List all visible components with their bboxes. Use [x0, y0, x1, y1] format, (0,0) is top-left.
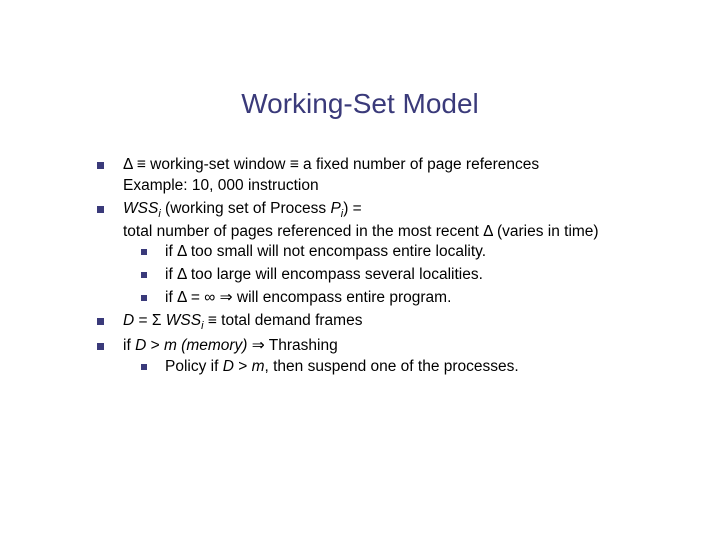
process-p: P	[330, 200, 340, 217]
bullet-2-sublist: if Δ too small will not encompass entire…	[139, 242, 680, 309]
bullet-2-line-1: WSSi (working set of Process Pi) =	[123, 200, 362, 217]
bullet-3: D = Σ WSSi ≡ total demand frames	[95, 311, 680, 334]
wss-symbol-2: WSS	[166, 312, 201, 329]
policy-pre: Policy if	[165, 358, 223, 375]
policy-m: m	[252, 358, 265, 375]
bullet-4-sublist: Policy if D > m, then suspend one of the…	[139, 357, 680, 378]
bullet-2-line-2: total number of pages referenced in the …	[123, 223, 599, 240]
slide-body: Δ ≡ working-set window ≡ a fixed number …	[95, 155, 680, 380]
bullet-4-line: if D > m (memory) ⇒ Thrashing	[123, 337, 338, 354]
policy-tail: , then suspend one of the processes.	[265, 358, 519, 375]
d-symbol: D	[123, 312, 134, 329]
bullet-4-sub-1: Policy if D > m, then suspend one of the…	[139, 357, 680, 378]
bullet-2-mid-2: ) =	[343, 200, 362, 217]
bullet-3-eq: = Σ	[134, 312, 166, 329]
bullet-1-line-1: Δ ≡ working-set window ≡ a fixed number …	[123, 156, 539, 173]
bullet-4-pre: if	[123, 337, 135, 354]
bullet-2-sub-2: if Δ too large will encompass several lo…	[139, 265, 680, 286]
bullet-1-line-2: Example: 10, 000 instruction	[123, 177, 319, 194]
bullet-2-mid-1: (working set of Process	[161, 200, 331, 217]
m-symbol: m (memory)	[164, 337, 248, 354]
bullet-2-sub-1: if Δ too small will not encompass entire…	[139, 242, 680, 263]
wss-symbol: WSS	[123, 200, 158, 217]
bullet-1: Δ ≡ working-set window ≡ a fixed number …	[95, 155, 680, 197]
policy-d: D	[223, 358, 234, 375]
bullet-3-line: D = Σ WSSi ≡ total demand frames	[123, 312, 362, 329]
bullet-3-tail: ≡ total demand frames	[204, 312, 363, 329]
bullet-4-gt: >	[146, 337, 164, 354]
policy-gt: >	[234, 358, 252, 375]
bullet-2-sub-3: if Δ = ∞ ⇒ will encompass entire program…	[139, 288, 680, 309]
bullet-4: if D > m (memory) ⇒ Thrashing Policy if …	[95, 336, 680, 378]
slide-title: Working-Set Model	[0, 88, 720, 120]
bullet-2: WSSi (working set of Process Pi) = total…	[95, 199, 680, 309]
slide: Working-Set Model Δ ≡ working-set window…	[0, 0, 720, 540]
d-symbol-2: D	[135, 337, 146, 354]
bullet-4-arrow: ⇒ Thrashing	[247, 337, 337, 354]
